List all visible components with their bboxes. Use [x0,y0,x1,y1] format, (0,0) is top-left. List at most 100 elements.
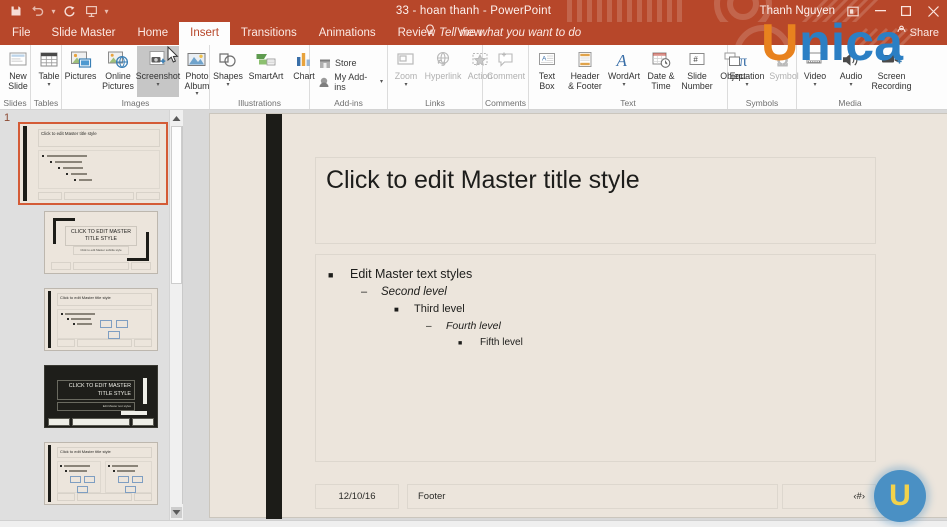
minimize-button[interactable] [867,0,893,22]
body-level-1-text: Edit Master text styles [350,267,473,281]
deco-bar-bottom [121,411,147,415]
slide-number-button[interactable]: # Slide Number [679,46,715,97]
thumbnail-slide-4[interactable]: CLICK TO EDIT MASTER TITLE STYLE Edit Ma… [44,365,158,428]
pictures-icon [70,48,92,71]
shapes-caret-icon[interactable]: ▾ [226,82,229,88]
body-level-3-text: Third level [414,303,465,315]
comment-button[interactable]: Comment [483,46,529,97]
group-label-text: Text [620,98,636,108]
body-placeholder[interactable]: ■ Edit Master text styles – Second level… [315,254,876,462]
zoom-button[interactable]: Zoom ▾ [388,46,424,97]
account-name[interactable]: Thanh Nguyen [760,0,835,22]
store-button[interactable]: Store [314,55,361,70]
photo-album-caret-icon[interactable]: ▾ [195,91,198,97]
body-level-2: – Second level [361,286,863,298]
window-controls[interactable] [839,0,947,22]
video-icon [804,48,826,71]
svg-text:π: π [739,53,747,70]
zoom-caret-icon[interactable]: ▾ [404,82,407,88]
header-footer-icon [575,48,595,71]
hyperlink-button[interactable]: Hyperlink [424,46,462,97]
thumbnail-slide-2[interactable]: CLICK TO EDIT MASTER TITLE STYLE Click t… [44,211,158,274]
my-addins-caret-icon[interactable]: ▾ [380,78,383,85]
close-button[interactable] [919,0,947,22]
thumbnail-slide-3[interactable]: Click to edit Master title style [44,288,158,351]
ribbon-group-media: Video ▾ Audio ▾ Screen Recording Media [797,45,912,109]
ribbon-tab-bar: File Slide Master Home Insert Transition… [0,22,947,45]
pictures-button[interactable]: Pictures [62,46,99,97]
thumbnail-slide-1[interactable]: Click to edit Master title style [18,122,168,205]
store-label: Store [335,57,357,68]
thumb-subtitle-2: Click to edit Master subtitle style [73,246,129,255]
tab-slide-master[interactable]: Slide Master [41,22,127,45]
audio-button[interactable]: Audio ▾ [833,46,869,97]
thumb-title-4: CLICK TO EDIT MASTER TITLE STYLE [57,380,135,400]
title-placeholder[interactable]: Click to edit Master title style [315,157,876,244]
bullet-level-3-icon: ■ [394,305,399,314]
audio-caret-icon[interactable]: ▾ [849,82,852,88]
thumbnail-scrollbar[interactable] [169,110,183,520]
header-footer-label2: & Footer [568,80,602,91]
screenshot-icon [147,48,169,71]
tab-list[interactable]: File Slide Master Home Insert Transition… [0,22,493,45]
screen-recording-button[interactable]: Screen Recording [869,46,914,97]
title-frame-left [53,218,56,244]
header-footer-button[interactable]: Header & Footer [565,46,605,97]
tab-file[interactable]: File [0,22,41,45]
scroll-up-icon[interactable] [170,110,183,126]
screenshot-label: Screenshot [135,71,181,81]
unica-badge-logo: U [874,470,926,522]
scroll-down-icon[interactable] [170,504,183,520]
maximize-button[interactable] [893,0,919,22]
ribbon-display-options-icon[interactable] [839,0,867,22]
tab-transitions[interactable]: Transitions [230,22,308,45]
date-placeholder[interactable]: 12/10/16 [315,484,399,509]
group-label-comments: Comments [484,98,527,108]
equation-caret-icon[interactable]: ▾ [745,82,748,88]
online-pictures-button[interactable]: Online Pictures [99,46,137,97]
equation-icon: π [736,48,758,71]
thumbnail-slide-5[interactable]: Click to edit Master title style [44,442,158,505]
shapes-button[interactable]: Shapes ▾ [210,46,246,97]
body-level-4-text: Fourth level [446,320,501,332]
tab-home[interactable]: Home [126,22,179,45]
my-addins-button[interactable]: My Add-ins ▾ [314,71,387,92]
thumb-title-2: CLICK TO EDIT MASTER TITLE STYLE [65,226,137,246]
screenshot-caret-icon[interactable]: ▾ [156,82,159,88]
smartart-button[interactable]: SmartArt [246,46,286,97]
group-label-tables: Tables [33,98,59,108]
text-box-button[interactable]: A Text Box [529,46,565,97]
wordart-button[interactable]: A WordArt ▾ [605,46,643,97]
comment-icon [495,48,517,71]
thumb-footer-row-1 [38,192,160,200]
share-button[interactable]: Share [896,22,939,45]
scrollbar-thumb[interactable] [171,126,182,284]
ribbon-group-comments: Comment Comments [483,45,529,109]
wordart-caret-icon[interactable]: ▾ [622,82,625,88]
my-addins-label: My Add-ins [334,71,368,92]
my-addins-icon [318,75,330,88]
tab-animations[interactable]: Animations [308,22,387,45]
date-time-button[interactable]: Date & Time [643,46,679,97]
thumb-footer-row-2 [51,262,151,270]
equation-button[interactable]: π Equation ▾ [728,46,766,97]
slide-number-placeholder[interactable]: ‹#› [782,484,876,509]
svg-text:A: A [542,55,547,62]
group-label-media: Media [838,98,862,108]
footer-placeholder[interactable]: Footer [407,484,778,509]
ribbon-group-links: Zoom ▾ Hyperlink Action Links [388,45,492,109]
group-label-symbols: Symbols [745,98,779,108]
table-icon [39,48,59,71]
video-button[interactable]: Video ▾ [797,46,833,97]
slide-thumbnail-list[interactable]: 1 Click to edit Master title style CLICK… [0,110,170,520]
thumb-footer-row-5 [57,493,152,501]
tell-me-search[interactable]: Tell me what you want to do [425,22,581,45]
tab-insert[interactable]: Insert [179,22,230,45]
ribbon-group-addins: Store My Add-ins ▾ Add-ins [310,45,388,109]
slide-editing-surface[interactable]: Click to edit Master title style ■ Edit … [209,113,947,519]
date-time-label2: Time [651,80,671,91]
video-caret-icon[interactable]: ▾ [813,82,816,88]
table-caret-icon[interactable]: ▾ [47,82,50,88]
bullet-level-5-icon: ■ [458,340,463,347]
master-accent-bar-5 [48,445,51,502]
